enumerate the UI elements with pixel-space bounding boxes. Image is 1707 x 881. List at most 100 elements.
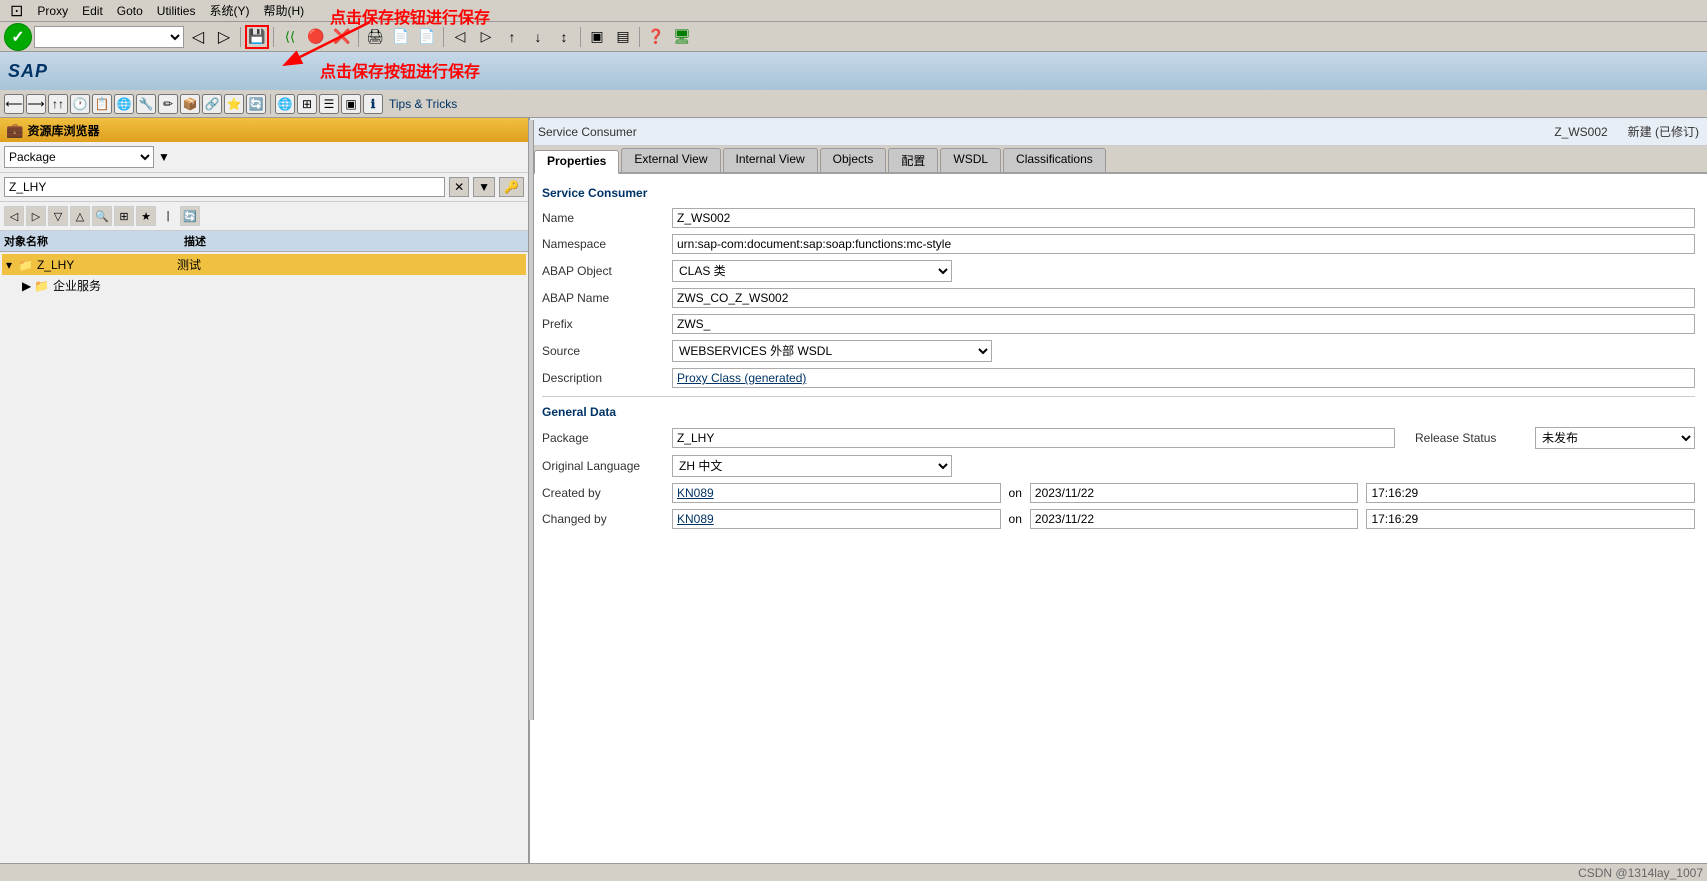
network-button[interactable]: 🌐 xyxy=(275,94,295,114)
help-button[interactable]: ❓ xyxy=(644,25,668,49)
tree-item-name2: 企业服务 xyxy=(53,277,101,294)
release-status-label: Release Status xyxy=(1415,431,1535,445)
menu-help[interactable]: 帮助(H) xyxy=(257,1,310,20)
original-language-select[interactable]: ZH 中文 xyxy=(672,455,952,477)
forward-tree-button[interactable]: ▷ xyxy=(26,206,46,226)
menu-utilities[interactable]: Utilities xyxy=(151,3,202,19)
star-button[interactable]: ⭐ xyxy=(224,94,244,114)
print2-button[interactable]: 📄 xyxy=(389,25,413,49)
pencil-button[interactable]: ✏ xyxy=(158,94,178,114)
nav-btn5[interactable]: ↕ xyxy=(552,25,576,49)
refresh-button[interactable]: 🔄 xyxy=(246,94,266,114)
window-btn1[interactable]: ▣ xyxy=(585,25,609,49)
created-on-date[interactable] xyxy=(1030,483,1359,503)
tips-tricks-link[interactable]: Tips & Tricks xyxy=(389,97,457,111)
split-button[interactable]: ▣ xyxy=(341,94,361,114)
navigate-back-button[interactable]: ◁ xyxy=(186,25,210,49)
tab-internal-view[interactable]: Internal View xyxy=(723,148,818,172)
tab-classifications[interactable]: Classifications xyxy=(1003,148,1106,172)
tab-wsdl[interactable]: WSDL xyxy=(940,148,1001,172)
print3-button[interactable]: 📄 xyxy=(415,25,439,49)
briefcase-icon: 💼 xyxy=(6,122,23,139)
command-field[interactable] xyxy=(34,26,184,48)
tab-properties[interactable]: Properties xyxy=(534,150,619,174)
info-button[interactable]: ℹ xyxy=(363,94,383,114)
tree-item-enterprise-services[interactable]: ▶ 📁 企业服务 xyxy=(2,275,526,296)
status-text: CSDN @1314lay_1007 xyxy=(1578,866,1703,880)
menu-goto[interactable]: Goto xyxy=(111,3,149,19)
distribute-button[interactable]: ⊞ xyxy=(297,94,317,114)
navigate-forward-button[interactable]: ▷ xyxy=(212,25,236,49)
nav-btn4[interactable]: ↓ xyxy=(526,25,550,49)
panel-resizer[interactable] xyxy=(528,120,534,720)
check-green-button[interactable]: ✓ xyxy=(4,23,32,51)
monitor-button[interactable]: 🖥 xyxy=(670,25,694,49)
nav-forward-button[interactable]: ⟶ xyxy=(26,94,46,114)
nav-btn2[interactable]: ▷ xyxy=(474,25,498,49)
field-namespace-input[interactable] xyxy=(672,234,1695,254)
menu-proxy[interactable]: Proxy xyxy=(31,3,74,19)
shortcut-button1[interactable]: ⟨⟨ xyxy=(278,25,302,49)
nav-history-button[interactable]: 🕐 xyxy=(70,94,90,114)
field-name-input[interactable] xyxy=(672,208,1695,228)
save-button[interactable]: 💾 xyxy=(245,25,269,49)
tree-item-desc: 测试 xyxy=(177,256,201,273)
tab-objects[interactable]: Objects xyxy=(820,148,887,172)
dropdown-icon: ▼ xyxy=(158,150,170,164)
window-btn2[interactable]: ▤ xyxy=(611,25,635,49)
expand-tree-button[interactable]: △ xyxy=(70,206,90,226)
package-select[interactable]: Package xyxy=(4,146,154,168)
tree-col-desc-header: 描述 xyxy=(184,233,524,249)
secondary-toolbar: ⟵ ⟶ ↑↑ 🕐 📋 🌐 🔧 ✏ 📦 🔗 ⭐ 🔄 🌐 ⊞ ☰ ▣ ℹ Tips … xyxy=(0,90,1707,118)
field-prefix-input[interactable] xyxy=(672,314,1695,334)
nav-back-button[interactable]: ⟵ xyxy=(4,94,24,114)
field-description-input[interactable] xyxy=(672,368,1695,388)
object-button[interactable]: 📦 xyxy=(180,94,200,114)
tree-button[interactable]: 🌐 xyxy=(114,94,134,114)
print-button[interactable]: 🖨 xyxy=(363,25,387,49)
field-abap-name-input[interactable] xyxy=(672,288,1695,308)
filter-tree-button[interactable]: ▽ xyxy=(48,206,68,226)
field-source-select[interactable]: WEBSERVICES 外部 WSDL xyxy=(672,340,992,362)
field-namespace-row: Namespace xyxy=(542,234,1695,254)
cancel-button[interactable]: ❌ xyxy=(330,25,354,49)
tree-item-zlhy[interactable]: ▾ 📁 Z_LHY 测试 xyxy=(2,254,526,275)
clear-search-button[interactable]: ✕ xyxy=(449,177,469,197)
expand-icon2: ▶ xyxy=(22,279,34,293)
dropdown-search-button[interactable]: ▼ xyxy=(473,177,495,197)
nav-btn1[interactable]: ◁ xyxy=(448,25,472,49)
menu-icon: ⊡ xyxy=(4,0,29,22)
link-button[interactable]: 🔗 xyxy=(202,94,222,114)
star-tree-button[interactable]: ★ xyxy=(136,206,156,226)
nav-up-button[interactable]: ↑↑ xyxy=(48,94,68,114)
stop-button[interactable]: 🔴 xyxy=(304,25,328,49)
back-tree-button[interactable]: ◁ xyxy=(4,206,24,226)
key-search-button[interactable]: 🔑 xyxy=(499,177,524,197)
tab-config[interactable]: 配置 xyxy=(888,148,938,172)
search-tree-button[interactable]: 🔍 xyxy=(92,206,112,226)
created-by-input[interactable] xyxy=(672,483,1001,503)
group-tree-button[interactable]: ⊞ xyxy=(114,206,134,226)
right-panel: Service Consumer Z_WS002 新建 (已修订) Proper… xyxy=(530,118,1707,863)
search-input[interactable] xyxy=(4,177,445,197)
release-status-select[interactable]: 未发布 xyxy=(1535,427,1695,449)
field-abap-object-select[interactable]: CLAS 类 xyxy=(672,260,952,282)
tab-external-view[interactable]: External View xyxy=(621,148,720,172)
annotation-label: 点击保存按钮进行保存 xyxy=(320,58,480,82)
settings-button[interactable]: 🔧 xyxy=(136,94,156,114)
menu-system[interactable]: 系统(Y) xyxy=(203,1,255,20)
menu-edit[interactable]: Edit xyxy=(76,3,109,19)
nav-btn3[interactable]: ↑ xyxy=(500,25,524,49)
field-abap-name-row: ABAP Name xyxy=(542,288,1695,308)
changed-on-time[interactable] xyxy=(1366,509,1695,529)
service-consumer-header: Service Consumer Z_WS002 新建 (已修订) xyxy=(530,118,1707,146)
original-language-label: Original Language xyxy=(542,459,672,473)
layout-button[interactable]: ☰ xyxy=(319,94,339,114)
refresh-tree-button[interactable]: 🔄 xyxy=(180,206,200,226)
created-on-time[interactable] xyxy=(1366,483,1695,503)
clipboard-button[interactable]: 📋 xyxy=(92,94,112,114)
changed-by-input[interactable] xyxy=(672,509,1001,529)
field-name-label: Name xyxy=(542,211,672,225)
changed-on-date[interactable] xyxy=(1030,509,1359,529)
package-input[interactable] xyxy=(672,428,1395,448)
